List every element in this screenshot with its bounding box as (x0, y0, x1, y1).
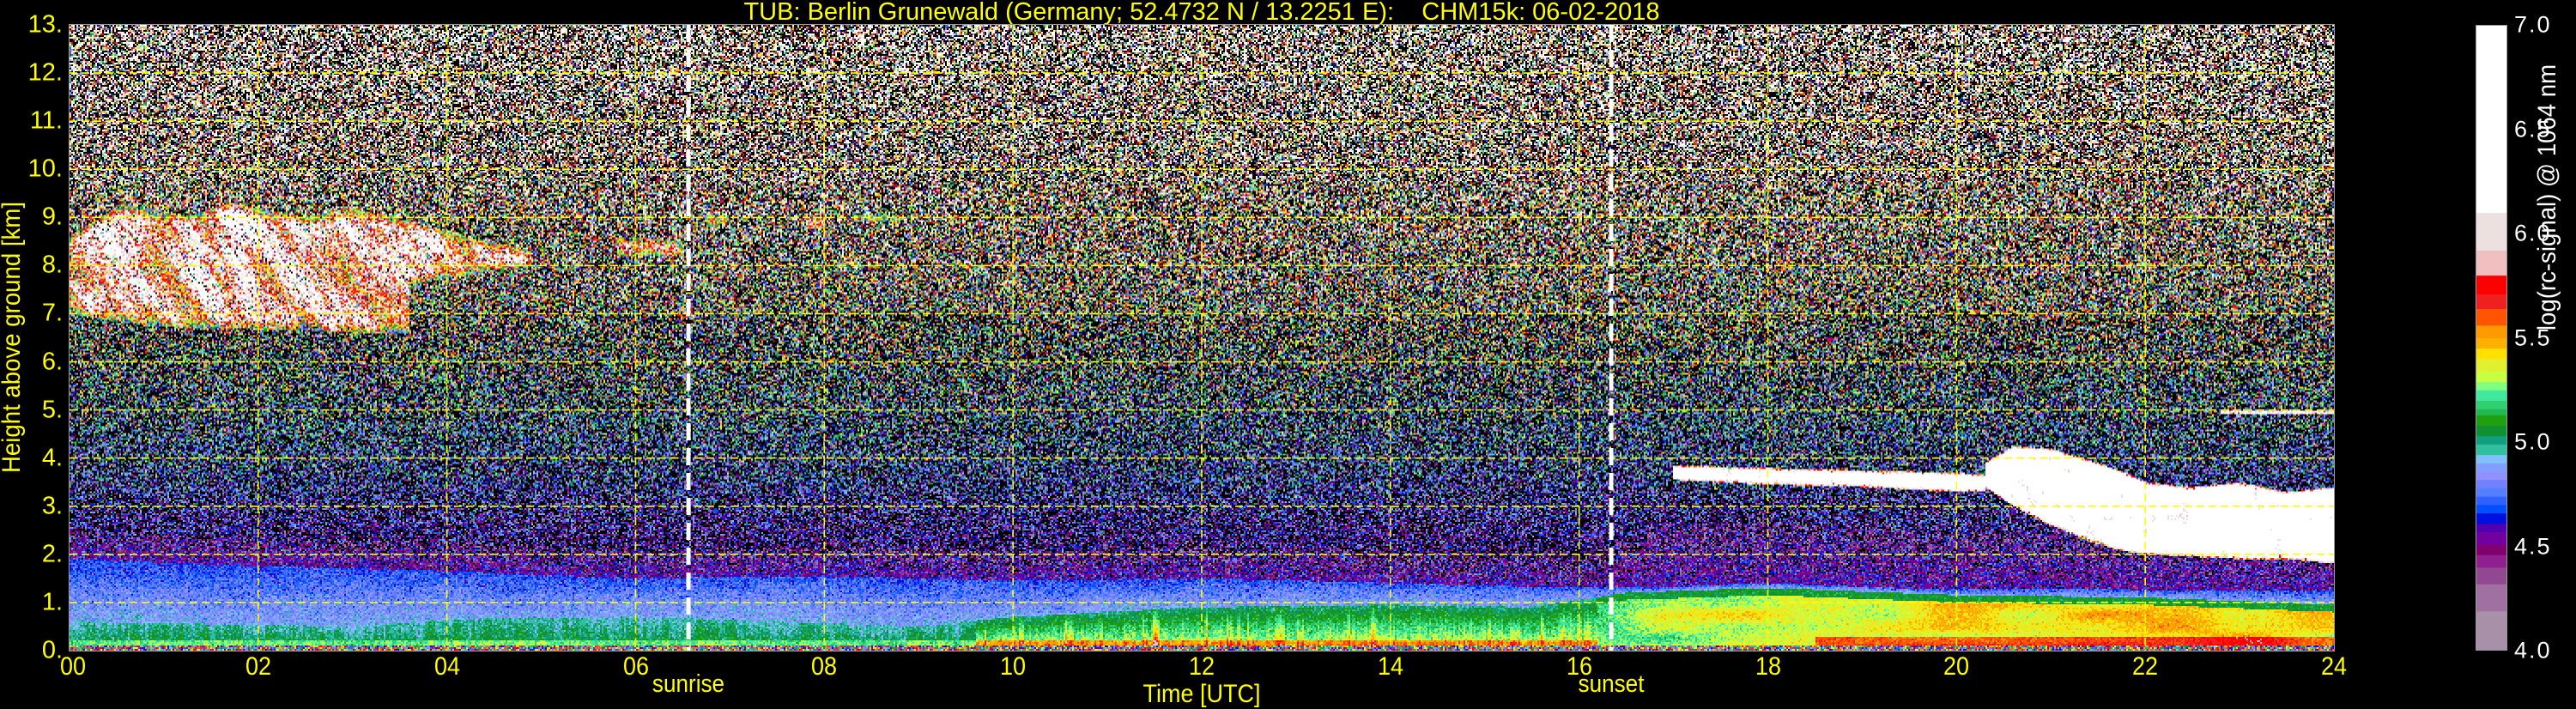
colorbar-tick-label: 4.0 (2514, 637, 2552, 664)
colorbar-segment (2476, 358, 2507, 372)
colorbar-segment (2476, 337, 2507, 349)
colorbar-segment (2476, 25, 2507, 214)
x-tick-label: 12 (1188, 652, 1215, 681)
sunset-label: sunset (1578, 670, 1645, 698)
colorbar-segment (2476, 610, 2507, 651)
colorbar-segment (2476, 471, 2507, 481)
x-tick-label: 08 (811, 652, 838, 681)
colorbar-segment (2476, 496, 2507, 506)
y-tick-label: 11. (29, 106, 63, 135)
y-tick-label: 7. (41, 299, 63, 327)
x-tick-label: 22 (2132, 652, 2159, 681)
colorbar-segment (2476, 567, 2507, 585)
colorbar-segment (2476, 275, 2507, 294)
colorbar-segment (2476, 381, 2507, 391)
colorbar-segment (2476, 308, 2507, 326)
y-tick-label: 12. (27, 58, 63, 87)
colorbar-segment (2476, 415, 2507, 427)
colorbar-segment (2476, 531, 2507, 545)
colorbar-segment (2476, 425, 2507, 437)
colorbar-segment (2476, 348, 2507, 360)
x-tick-label: 06 (622, 652, 649, 681)
y-tick-label: 2. (41, 540, 63, 568)
colorbar-segment (2476, 390, 2507, 401)
y-tick-label: 5. (41, 396, 63, 424)
x-tick-label: 20 (1943, 652, 1970, 681)
y-tick-label: 4. (41, 444, 63, 472)
y-tick-label: 1. (41, 588, 63, 616)
y-tick-label: 8. (41, 251, 63, 279)
y-tick-label: 6. (41, 348, 63, 376)
y-tick-label: 10. (27, 155, 63, 183)
x-tick-label: 10 (1000, 652, 1027, 681)
y-axis-label: Height above ground [km] (0, 201, 26, 474)
x-tick-label: 02 (245, 652, 271, 681)
colorbar-label: log(rc-signal) @ 1064 nm (2533, 64, 2561, 331)
colorbar-segment (2476, 400, 2507, 409)
y-tick-label: 13. (27, 10, 63, 39)
colorbar-segment (2476, 544, 2507, 555)
colorbar-segment (2476, 512, 2507, 524)
x-tick-label: 04 (433, 652, 460, 681)
colorbar-segment (2476, 523, 2507, 532)
colorbar-tick-label: 5.0 (2514, 428, 2552, 455)
colorbar-tick-label: 4.5 (2514, 533, 2552, 559)
y-tick-label: 9. (41, 203, 63, 231)
colorbar-segment (2476, 435, 2507, 445)
colorbar (2476, 25, 2507, 651)
colorbar-segment (2476, 294, 2507, 309)
grid-overlay (70, 25, 2334, 651)
colorbar-segment (2476, 554, 2507, 568)
plot-area (69, 24, 2335, 651)
colorbar-segment (2476, 504, 2507, 514)
colorbar-segment (2476, 444, 2507, 456)
colorbar-tick-label: 7.0 (2514, 11, 2552, 38)
colorbar-segment (2476, 463, 2507, 472)
colorbar-segment (2476, 250, 2507, 276)
colorbar-segment (2476, 488, 2507, 497)
colorbar-segment (2476, 212, 2507, 251)
x-tick-label: 14 (1377, 652, 1403, 681)
sunrise-label: sunrise (652, 670, 725, 698)
colorbar-segment (2476, 371, 2507, 383)
y-tick-label: 3. (41, 492, 63, 520)
x-axis-label: Time [UTC] (1143, 680, 1261, 708)
colorbar-segment (2476, 409, 2507, 415)
chart-title: TUB: Berlin Grunewald (Germany; 52.4732 … (743, 0, 1660, 26)
colorbar-segment (2476, 324, 2507, 338)
x-tick-label: 00 (59, 652, 87, 681)
colorbar-segment (2476, 454, 2507, 464)
colorbar-segment (2476, 584, 2507, 612)
colorbar-segment (2476, 479, 2507, 488)
x-tick-label: 18 (1755, 652, 1781, 681)
x-tick-label: 24 (2320, 652, 2348, 681)
